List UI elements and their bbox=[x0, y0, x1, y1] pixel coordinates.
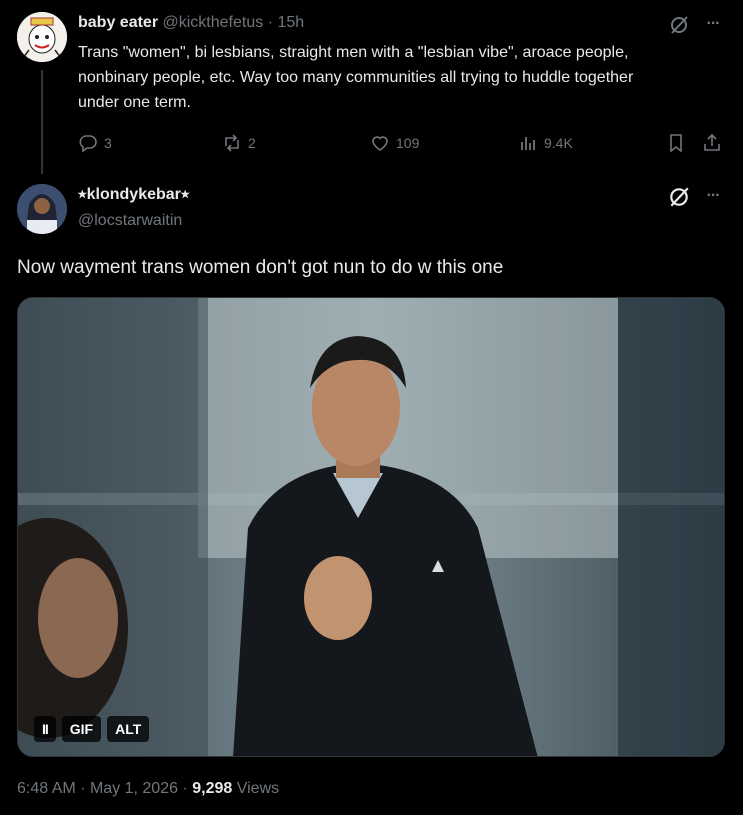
media-badges: II GIF ALT bbox=[34, 716, 150, 742]
reply-button[interactable]: 3 bbox=[78, 130, 112, 156]
avatar-illustration bbox=[17, 12, 67, 62]
tweet-text: Now wayment trans women don't got nun to… bbox=[17, 257, 504, 278]
views-label: Views bbox=[236, 780, 280, 797]
reply-count: 3 bbox=[104, 135, 112, 151]
display-name[interactable]: baby eater bbox=[78, 14, 158, 31]
repost-icon bbox=[225, 134, 239, 152]
views-button[interactable]: 9.4K bbox=[518, 130, 573, 156]
heart-icon bbox=[372, 136, 388, 151]
more-options-icon[interactable]: ··· bbox=[702, 185, 724, 207]
pause-button[interactable]: II bbox=[34, 716, 56, 742]
avatar[interactable] bbox=[17, 12, 67, 62]
repost-count: 2 bbox=[248, 135, 256, 151]
views-count: 9,298 bbox=[192, 780, 233, 797]
gif-badge: GIF bbox=[61, 716, 102, 742]
avatar[interactable] bbox=[17, 184, 67, 234]
post-time[interactable]: 6:48 AM bbox=[17, 780, 76, 797]
reply-icon bbox=[79, 135, 97, 153]
avatar-photo bbox=[17, 184, 67, 234]
tweet1-header: baby eater @kickthefetus · 15h bbox=[78, 12, 304, 34]
share-button[interactable] bbox=[702, 130, 722, 156]
bookmark-icon bbox=[670, 134, 682, 153]
analytics-icon bbox=[521, 137, 535, 150]
alt-text-button[interactable]: ALT bbox=[107, 716, 150, 742]
view-count: 9.4K bbox=[544, 135, 573, 151]
thread-connector-line bbox=[41, 70, 43, 174]
like-button[interactable]: 109 bbox=[370, 130, 419, 156]
like-count: 109 bbox=[396, 135, 420, 151]
gif-media[interactable]: II GIF ALT bbox=[17, 297, 725, 757]
tweet-actions: 3 2 109 9.4K bbox=[78, 130, 728, 156]
grok-icon[interactable] bbox=[668, 186, 690, 208]
separator: · bbox=[182, 780, 188, 797]
bookmark-button[interactable] bbox=[666, 130, 686, 156]
share-icon bbox=[704, 133, 720, 151]
separator: · bbox=[80, 780, 86, 797]
more-options-icon[interactable]: ··· bbox=[702, 13, 724, 35]
gif-frame bbox=[18, 298, 724, 756]
separator: · bbox=[267, 14, 274, 31]
timestamp[interactable]: 15h bbox=[277, 14, 304, 31]
handle[interactable]: @locstarwaitin bbox=[78, 210, 182, 232]
tweet-text: Trans "women", bi lesbians, straight men… bbox=[78, 44, 634, 111]
post-date[interactable]: May 1, 2026 bbox=[90, 780, 178, 797]
repost-button[interactable]: 2 bbox=[222, 130, 256, 156]
grok-icon[interactable] bbox=[668, 14, 690, 36]
display-name[interactable]: ⭒klondykebar⭒ bbox=[78, 184, 190, 206]
handle[interactable]: @kickthefetus bbox=[163, 14, 264, 31]
tweet-metadata: 6:48 AM · May 1, 2026 · 9,298 Views bbox=[17, 778, 279, 800]
